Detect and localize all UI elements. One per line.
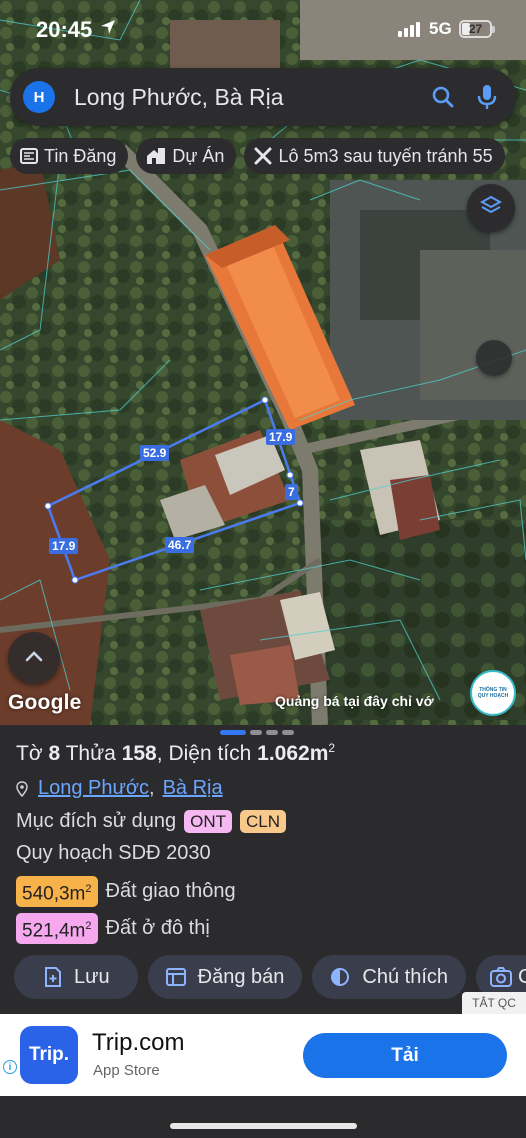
bottom-safe-area bbox=[0, 1096, 526, 1138]
ad-store-name: App Store bbox=[93, 1062, 160, 1079]
chip-label: Tin Đăng bbox=[44, 145, 117, 166]
parcel-address: Long Phước , Bà Rịa bbox=[16, 777, 223, 800]
to-label: Tờ bbox=[16, 742, 43, 765]
cellular-signal-icon bbox=[398, 22, 420, 37]
page-indicator bbox=[220, 730, 294, 735]
plan-area-label: Đất giao thông bbox=[105, 880, 236, 903]
action-bar: Lưu Đăng bán Chú thích C bbox=[14, 955, 526, 999]
clock: 20:45 bbox=[36, 17, 93, 42]
battery-level: 27 bbox=[468, 22, 483, 36]
trip-logo: Trip. bbox=[20, 1026, 78, 1084]
chip-du-an[interactable]: Dự Án bbox=[136, 138, 237, 174]
legend-label: Chú thích bbox=[362, 965, 448, 988]
badge-line-2: QUY HOẠCH bbox=[477, 693, 509, 699]
listing-icon bbox=[165, 968, 186, 986]
close-ad-button[interactable]: TẮT QC bbox=[462, 992, 526, 1014]
city-link[interactable]: Bà Rịa bbox=[163, 777, 223, 800]
pin-icon bbox=[16, 780, 28, 797]
contrast-icon bbox=[330, 967, 350, 987]
chip-tin-dang[interactable]: Tin Đăng bbox=[10, 138, 129, 174]
plan-area-value: 521,4m2 bbox=[16, 913, 98, 945]
legend-button[interactable]: Chú thích bbox=[312, 955, 466, 999]
parcel-length-label: 7 bbox=[285, 484, 298, 500]
chevron-up-icon bbox=[25, 649, 43, 667]
plan-area-value: 540,3m2 bbox=[16, 876, 98, 908]
area-value: 1.062m bbox=[257, 742, 329, 765]
post-listing-button[interactable]: Đăng bán bbox=[147, 955, 303, 999]
quy-hoach-badge[interactable]: THÔNG TIN QUY HOẠCH bbox=[470, 670, 516, 716]
land-purpose: Mục đích sử dụng ONT CLN bbox=[16, 810, 287, 833]
expand-panel-button[interactable] bbox=[8, 632, 60, 684]
layers-button[interactable] bbox=[467, 184, 515, 232]
purpose-label: Mục đích sử dụng bbox=[16, 810, 177, 832]
status-bar: 20:45 5G 27 bbox=[0, 0, 526, 58]
home-indicator[interactable] bbox=[170, 1123, 357, 1129]
ad-banner[interactable]: i Trip. Trip.com App Store Tải bbox=[0, 1014, 526, 1096]
area-sup: 2 bbox=[328, 741, 336, 755]
purpose-tag: ONT bbox=[184, 810, 233, 833]
microphone-icon[interactable] bbox=[472, 82, 502, 112]
plan-heading: Quy hoạch SDĐ 2030 bbox=[16, 842, 211, 864]
camera-label: C bbox=[518, 965, 526, 988]
thua-number: 158 bbox=[121, 742, 157, 765]
ad-info-icon[interactable]: i bbox=[3, 1060, 17, 1074]
parcel-length-label: 52.9 bbox=[140, 445, 170, 461]
ad-install-button[interactable]: Tải bbox=[303, 1033, 507, 1078]
to-number: 8 bbox=[48, 742, 61, 765]
search-query[interactable]: Long Phước, Bà Rịa bbox=[74, 84, 428, 111]
parcel-title: Tờ 8 Thửa 158, Diện tích 1.062m2 bbox=[16, 741, 336, 765]
battery-icon: 27 bbox=[459, 20, 495, 38]
network-type: 5G bbox=[429, 19, 452, 38]
building-icon bbox=[146, 147, 166, 165]
avatar[interactable]: H bbox=[23, 81, 55, 113]
tools-icon bbox=[254, 147, 272, 165]
save-plus-icon bbox=[44, 967, 62, 987]
parcel-length-label: 17.9 bbox=[266, 429, 296, 445]
save-label: Lưu bbox=[74, 965, 110, 988]
google-logo: Google bbox=[8, 691, 82, 714]
ad-app-name: Trip.com bbox=[92, 1029, 185, 1056]
map-control-button[interactable] bbox=[476, 340, 512, 376]
plan-area-row: 521,4m2 Đất ở đô thị bbox=[16, 913, 210, 945]
chip-label: Dự Án bbox=[172, 145, 225, 166]
ward-link[interactable]: Long Phước bbox=[38, 777, 149, 800]
location-arrow-icon bbox=[101, 20, 115, 34]
chip-lo-5m3[interactable]: Lô 5m3 sau tuyến tránh 55 bbox=[244, 138, 505, 174]
camera-icon bbox=[490, 967, 512, 987]
parcel-info-panel: Tờ 8 Thửa 158, Diện tích 1.062m2 Long Ph… bbox=[0, 725, 526, 1015]
search-icon[interactable] bbox=[428, 82, 458, 112]
plan-area-label: Đất ở đô thị bbox=[105, 917, 210, 940]
post-listing-label: Đăng bán bbox=[197, 965, 285, 988]
chip-label: Lô 5m3 sau tuyến tránh 55 bbox=[278, 145, 493, 166]
save-button[interactable]: Lưu bbox=[14, 955, 138, 999]
purpose-tag: CLN bbox=[240, 810, 287, 833]
parcel-length-label: 46.7 bbox=[165, 537, 195, 553]
layers-icon bbox=[479, 195, 503, 222]
promo-banner-text[interactable]: Quảng bá tại đây chỉ vớ bbox=[275, 693, 434, 709]
thua-label: Thửa bbox=[65, 742, 116, 765]
newspaper-icon bbox=[20, 148, 38, 164]
map-view[interactable]: 52.9 17.9 7 17.9 46.7 20:45 5G 27 H Long… bbox=[0, 0, 526, 725]
search-bar[interactable]: H Long Phước, Bà Rịa bbox=[10, 68, 516, 126]
filter-chips: Tin Đăng Dự Án Lô 5m3 sau tuyến tránh 55 bbox=[10, 138, 526, 176]
parcel-length-label: 17.9 bbox=[49, 538, 79, 554]
area-label: Diện tích bbox=[168, 742, 252, 765]
plan-area-row: 540,3m2 Đất giao thông bbox=[16, 876, 236, 908]
